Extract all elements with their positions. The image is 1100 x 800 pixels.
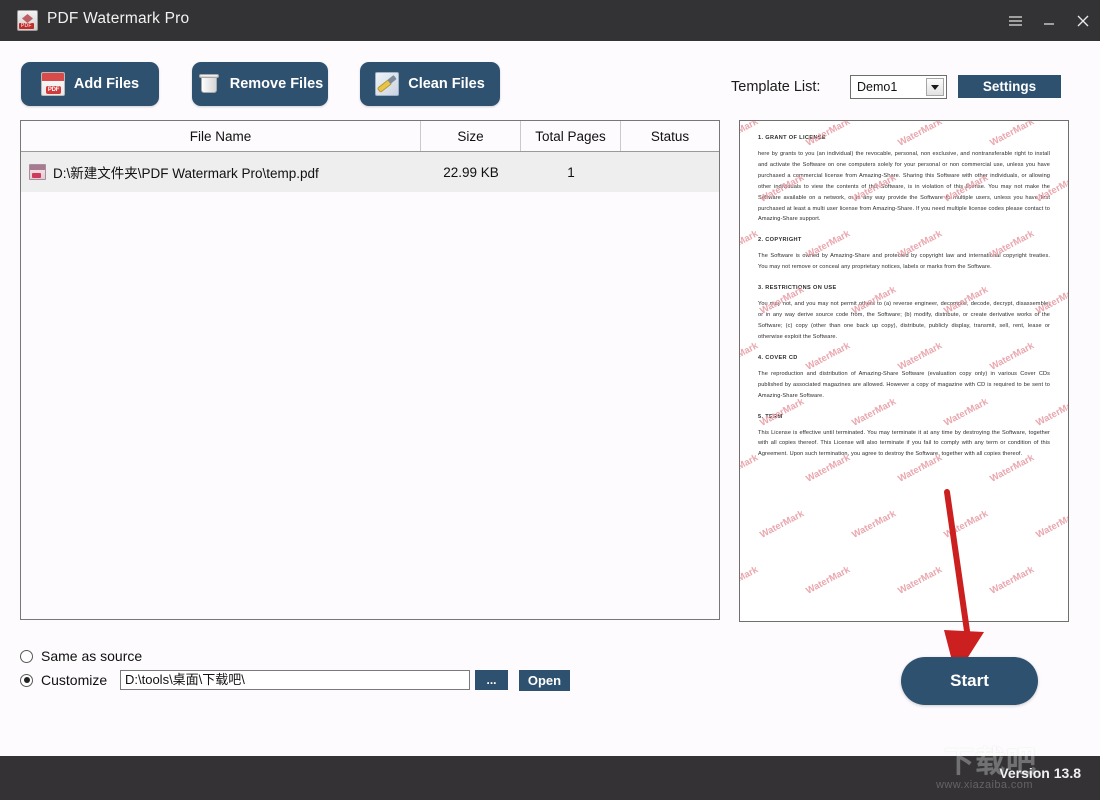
pdf-heading: 5. TERM [758, 413, 783, 420]
remove-files-label: Remove Files [229, 76, 324, 92]
pdf-page-content: 1. GRANT OF LICENSE here by grants to yo… [740, 121, 1068, 621]
minimize-icon[interactable] [1032, 0, 1066, 41]
pdf-paragraph: This License is effective until terminat… [758, 429, 1050, 458]
add-files-label: Add Files [73, 76, 140, 92]
table-row[interactable]: D:\新建文件夹\PDF Watermark Pro\temp.pdf 22.9… [21, 152, 719, 192]
pdf-heading: 3. RESTRICTIONS ON USE [758, 285, 837, 292]
same-as-source-option[interactable]: Same as source [20, 648, 142, 664]
trash-icon [197, 72, 221, 96]
brush-icon [375, 72, 400, 96]
column-header-status: Status [650, 128, 690, 144]
remove-files-button[interactable]: Remove Files [192, 62, 328, 106]
template-select[interactable]: Demo1 [850, 75, 947, 99]
window-controls [998, 0, 1100, 41]
window-title: PDF Watermark Pro [47, 10, 190, 27]
file-list-table[interactable]: File Name Size Total Pages Status D:\新建文… [20, 120, 720, 620]
cell-size: 22.99 KB [443, 164, 499, 180]
output-path-input[interactable]: D:\tools\桌面\下载吧\ [120, 670, 470, 690]
pdf-paragraph: here by grants to you (an individual) th… [758, 151, 1050, 223]
app-window: PDF Watermark Pro Add Files Remove Files [0, 0, 1100, 800]
menu-hamburger-icon[interactable] [998, 0, 1032, 41]
radio-same-as-source[interactable] [20, 649, 33, 663]
template-selected-value: Demo1 [857, 80, 898, 94]
same-as-source-label: Same as source [41, 648, 143, 664]
column-header-file-name: File Name [21, 121, 421, 151]
browse-button[interactable]: ... [475, 670, 508, 690]
template-list-label: Template List: [731, 79, 821, 95]
add-file-icon [40, 72, 65, 96]
pdf-paragraph: The reproduction and distribution of Ama… [758, 370, 1050, 399]
close-icon[interactable] [1066, 0, 1100, 41]
open-folder-button[interactable]: Open [519, 670, 570, 691]
column-header-size: Size [421, 121, 521, 151]
column-header-total-pages: Total Pages [521, 121, 621, 151]
file-name-text: D:\新建文件夹\PDF Watermark Pro\temp.pdf [53, 166, 319, 181]
pdf-file-icon [29, 164, 46, 180]
chevron-down-icon[interactable] [926, 78, 944, 96]
cell-file-name: D:\新建文件夹\PDF Watermark Pro\temp.pdf [21, 152, 421, 192]
pdf-heading: 2. COPYRIGHT [758, 237, 802, 244]
start-button[interactable]: Start [901, 657, 1038, 705]
cell-total-pages: 1 [567, 164, 575, 180]
footer-bar [0, 756, 1100, 800]
add-files-button[interactable]: Add Files [21, 62, 159, 106]
cell-status [621, 152, 719, 192]
version-label: Version 13.8 [999, 765, 1081, 781]
pdf-preview-panel[interactable]: 1. GRANT OF LICENSE here by grants to yo… [739, 120, 1069, 622]
settings-button[interactable]: Settings [958, 75, 1061, 98]
pdf-heading: 1. GRANT OF LICENSE [758, 135, 826, 141]
clean-files-button[interactable]: Clean Files [360, 62, 500, 106]
table-header-row: File Name Size Total Pages Status [21, 121, 719, 152]
radio-customize[interactable] [20, 673, 33, 687]
clean-files-label: Clean Files [408, 76, 485, 92]
pdf-heading: 4. COVER CD [758, 354, 798, 361]
customize-option[interactable]: Customize [20, 672, 107, 688]
customize-label: Customize [41, 672, 108, 688]
pdf-paragraph: You may not, and you may not permit othe… [758, 301, 1050, 340]
title-bar: PDF Watermark Pro [0, 0, 1100, 41]
pdf-paragraph: The Software is owned by Amazing-Share a… [758, 253, 1050, 271]
app-pdf-icon [17, 10, 38, 31]
